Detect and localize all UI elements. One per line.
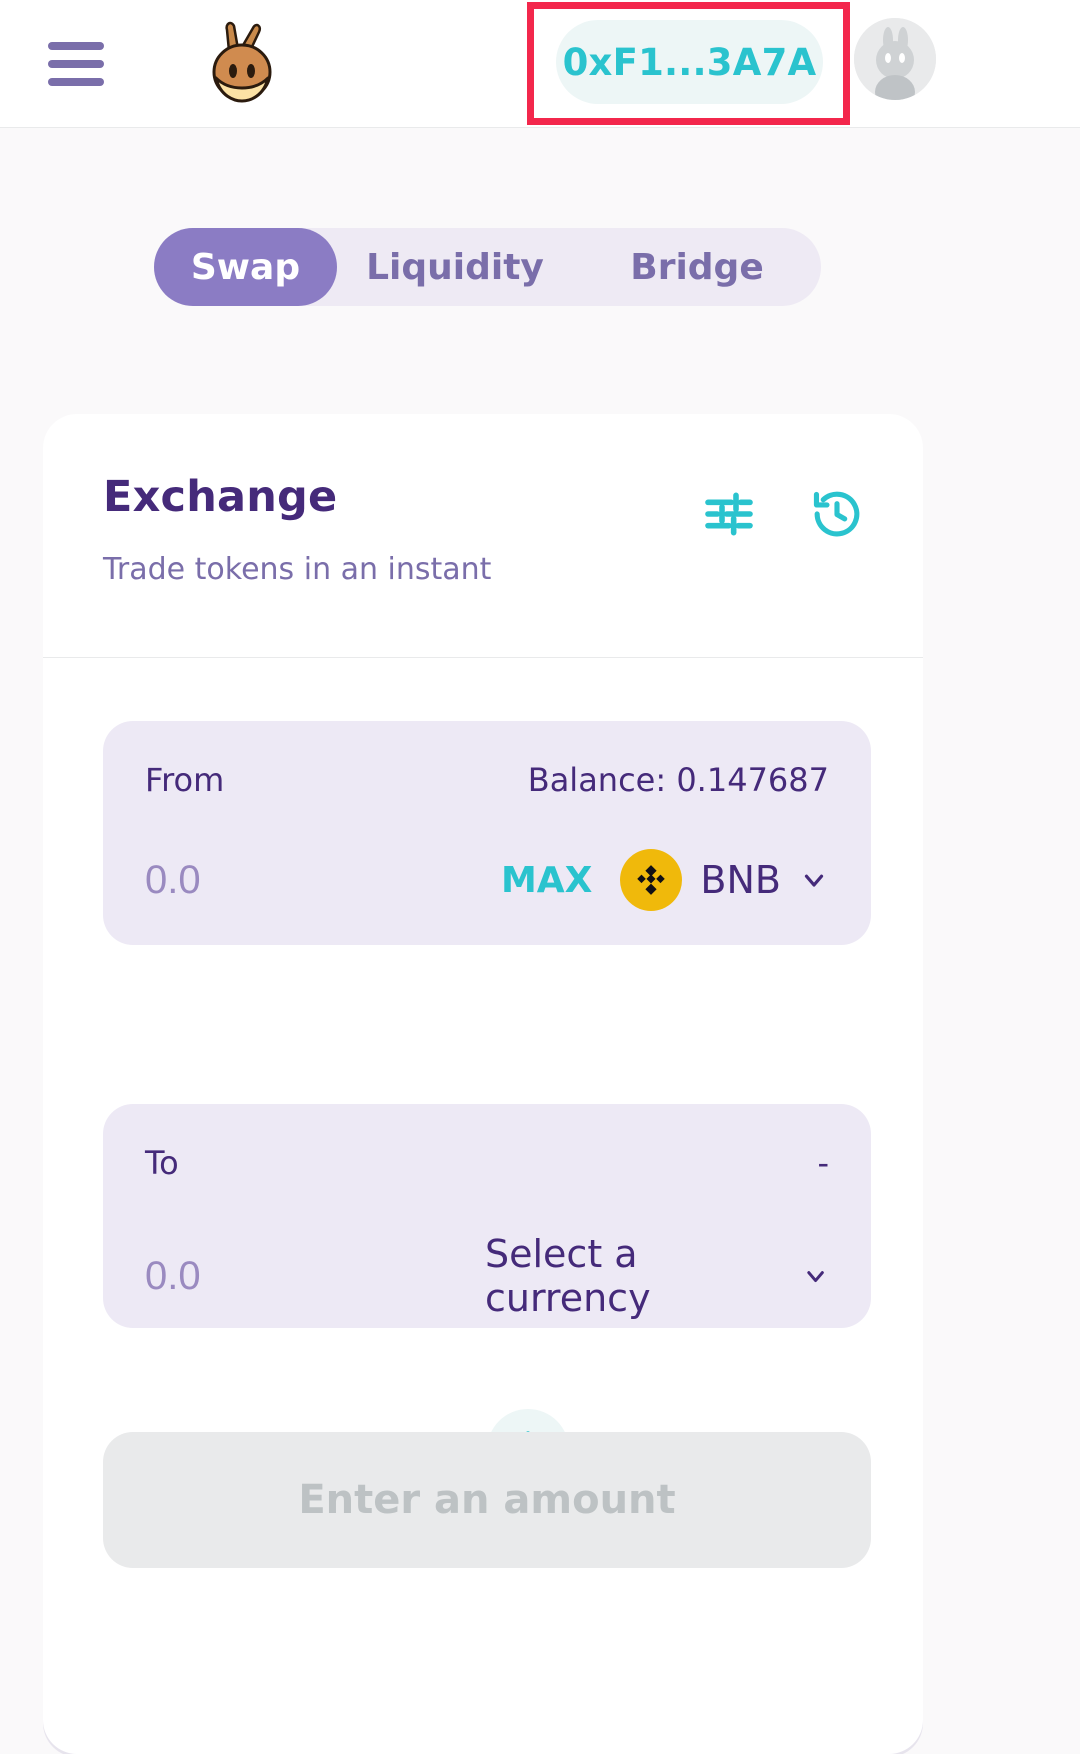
to-token-symbol: Select a currency [485,1232,651,1320]
tab-bridge[interactable]: Bridge [573,228,821,306]
hamburger-bar [48,41,104,50]
from-panel: From Balance: 0.147687 MAX [103,721,871,945]
from-panel-controls: MAX BNB [501,849,829,911]
enter-amount-button[interactable]: Enter an amount [103,1432,871,1568]
to-panel: To - Select a currency [103,1104,871,1328]
bnb-logo-svg [637,865,666,895]
exchange-card: Exchange Trade tokens in an instant From… [43,414,923,1754]
transaction-history-clock-icon[interactable] [809,486,865,542]
from-balance: Balance: 0.147687 [527,761,829,799]
to-panel-top-row: To - [145,1144,829,1182]
chevron-down-icon [807,1271,824,1282]
hamburger-bar [48,59,104,68]
chevron-down-icon [804,874,824,887]
tab-liquidity[interactable]: Liquidity [337,228,573,306]
pancakeswap-bunny-logo[interactable] [194,16,290,112]
card-header-actions [701,486,865,542]
settings-sliders-icon[interactable] [701,486,757,542]
hamburger-menu-icon[interactable] [48,41,104,86]
history-clock-svg [813,491,860,537]
page-subtitle: Trade tokens in an instant [103,552,492,587]
from-amount-input[interactable] [145,857,485,903]
avatar-svg [854,18,936,100]
to-label: To [145,1144,179,1182]
to-panel-controls: Select a currency [485,1232,829,1320]
to-panel-bottom-row: Select a currency [145,1232,829,1320]
to-balance: - [817,1144,829,1182]
wallet-button-highlight-annotation [527,2,850,125]
to-amount-input[interactable] [145,1253,485,1299]
binance-coin-icon [620,849,683,911]
tab-liquidity-label: Liquidity [366,246,544,288]
tab-swap[interactable]: Swap [154,228,337,306]
from-panel-top-row: From Balance: 0.147687 [145,761,829,799]
page-title: Exchange [103,472,338,522]
to-token-selector[interactable]: Select a currency [485,1232,829,1320]
hamburger-bar [48,77,104,86]
nav-tab-group: Swap Liquidity Bridge [154,228,821,306]
from-token-symbol: BNB [700,858,781,902]
bunny-logo-svg [212,21,272,102]
tab-bridge-label: Bridge [630,246,764,288]
from-panel-bottom-row: MAX BNB [145,849,829,911]
tab-swap-label: Swap [190,246,301,288]
user-avatar-bunny-icon[interactable] [854,18,936,100]
from-label: From [145,761,225,799]
from-token-selector[interactable]: BNB [620,849,829,911]
exchange-card-header: Exchange Trade tokens in an instant [43,414,923,658]
max-button[interactable]: MAX [501,860,592,901]
settings-sliders-svg [705,492,753,536]
